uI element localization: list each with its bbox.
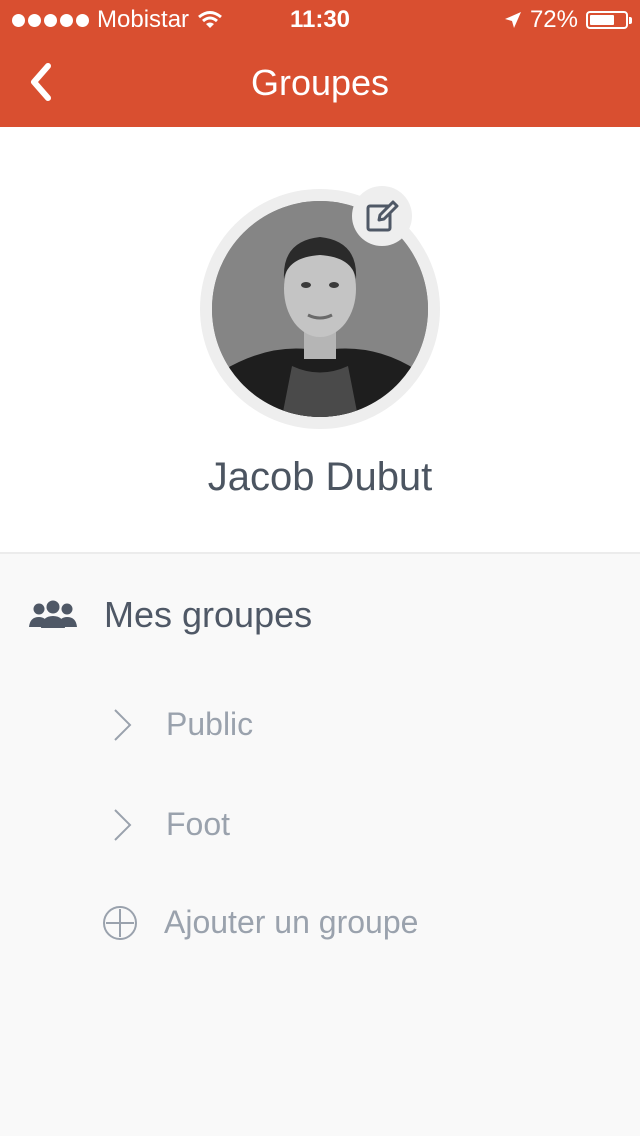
edit-profile-button[interactable] (352, 186, 412, 246)
edit-icon (366, 200, 399, 232)
plus-circle-icon (103, 905, 137, 940)
add-group-button[interactable]: Ajouter un groupe (102, 904, 418, 941)
groups-section-header: Mes groupes (28, 594, 312, 636)
users-icon (29, 600, 77, 628)
status-bar: Mobistar 11:30 72% (0, 0, 640, 40)
chevron-right-icon (114, 808, 132, 841)
section-title: Mes groupes (104, 594, 313, 635)
group-item-label: Foot (166, 806, 231, 842)
profile-card: Jacob Dubut (0, 127, 640, 554)
group-item-label: Public (166, 706, 254, 742)
add-group-label: Ajouter un groupe (164, 904, 419, 940)
status-right: 72% (504, 6, 632, 34)
page-title: Groupes (250, 62, 390, 103)
profile-name: Jacob Dubut (207, 455, 433, 499)
group-item-foot[interactable]: Foot (110, 806, 230, 843)
group-item-public[interactable]: Public (110, 706, 253, 743)
battery-percent: 72% (529, 6, 578, 33)
battery-icon (586, 11, 632, 29)
chevron-right-icon (114, 708, 132, 741)
location-arrow-icon (504, 12, 521, 28)
top-bar: Mobistar 11:30 72% Groupes (0, 0, 640, 127)
